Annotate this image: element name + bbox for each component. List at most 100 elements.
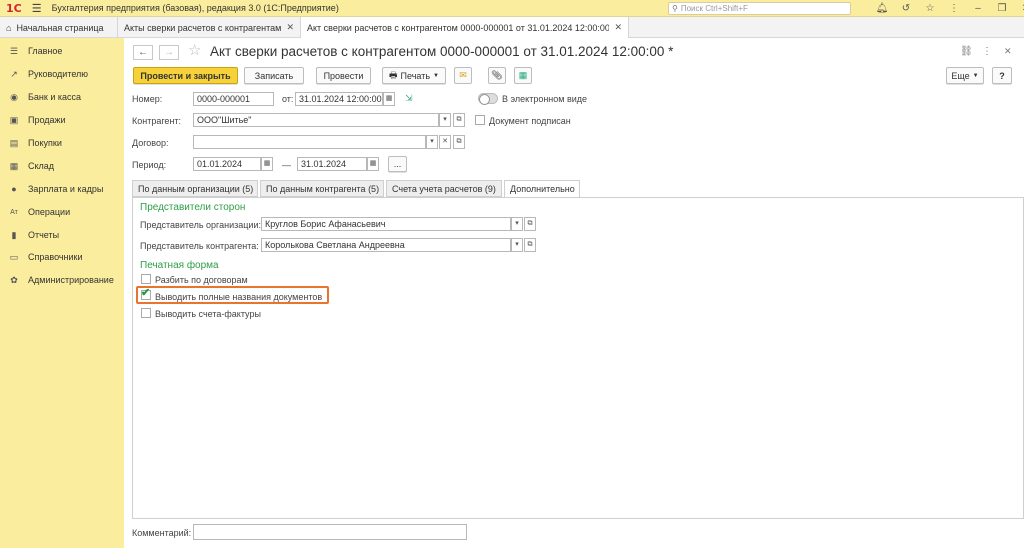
period-select-button[interactable]: ... [388,156,407,172]
tab-home[interactable]: ⌂ Начальная страница [0,17,118,38]
favorite-star-icon[interactable]: ☆ [188,41,201,59]
contractor-field[interactable]: ООО"Шитье" [193,113,439,127]
menu-icon: ☰ [9,45,19,56]
tab-reconciliation-document-label: Акт сверки расчетов с контрагентом 0000-… [307,22,610,33]
post-button[interactable]: Провести [316,67,371,84]
print-button[interactable]: 🖶︎ Печать ▼ [382,67,446,84]
chevron-down-icon: ▼ [972,72,979,79]
cart-icon: ▤ [9,137,19,148]
sidebar-item-sales[interactable]: ▣ Продажи [0,111,124,129]
post-and-close-button[interactable]: Провести и закрыть [133,67,238,84]
structure-button[interactable]: ▦ [514,67,532,84]
electronic-toggle[interactable] [478,93,498,105]
page-title: Акт сверки расчетов с контрагентом 0000-… [210,44,674,59]
chevron-down-icon[interactable]: ▾ [511,238,523,252]
contract-field[interactable] [193,135,426,149]
comment-field[interactable] [193,524,467,540]
back-button[interactable]: ← [133,45,153,60]
signed-label: Документ подписан [489,116,571,126]
tab-reconciliation-document[interactable]: Акт сверки расчетов с контрагентом 0000-… [301,17,629,39]
forward-button[interactable]: → [159,45,179,60]
invoices-label: Выводить счета-фактуры [155,309,261,319]
print-label: Печать [400,70,431,81]
sidebar-item-manager[interactable]: ↗ Руководителю [0,65,124,83]
sidebar-item-label: Главное [28,46,63,56]
document-form: ← → ☆ Акт сверки расчетов с контрагентом… [124,38,1024,548]
tab-reconciliation-list-label: Акты сверки расчетов с контрагентами [124,22,282,33]
chevron-down-icon[interactable]: ▾ [439,113,451,127]
operations-icon: Ат [10,208,18,216]
sidebar-item-operations[interactable]: Ат Операции [0,203,124,221]
more-label: Еще [951,70,970,81]
chevron-down-icon[interactable]: ▾ [426,135,438,149]
sidebar-item-catalogs[interactable]: ▭ Справочники [0,248,124,266]
period-to-field[interactable]: 31.01.2024 [297,157,367,171]
calendar-icon[interactable]: ▦ [383,92,395,106]
open-icon[interactable]: ⧉ [524,238,536,252]
split-by-contracts-checkbox[interactable] [141,274,151,284]
sidebar-item-reports[interactable]: ▮ Отчеты [0,226,124,244]
sidebar-item-main[interactable]: ☰ Главное [0,42,124,60]
help-button[interactable]: ? [992,67,1012,84]
calendar-icon[interactable]: ▦ [367,157,379,171]
tab-reconciliation-list[interactable]: Акты сверки расчетов с контрагентами ✕ [118,17,301,38]
link-icon[interactable]: ⛓ [960,46,973,57]
invoices-checkbox[interactable] [141,308,151,318]
person-icon: ● [11,184,17,194]
close-form-icon[interactable]: ✕ [1004,46,1012,57]
app-title: Бухгалтерия предприятия (базовая), редак… [51,3,339,13]
sidebar-item-purchases[interactable]: ▤ Покупки [0,134,124,152]
history-icon[interactable]: ↺ [894,3,918,14]
date-from-label: от: [282,94,294,104]
open-icon[interactable]: ⧉ [453,113,465,127]
favorites-star-icon[interactable]: ☆ [918,3,942,14]
clear-icon[interactable]: ✕ [439,135,451,149]
maximize-icon[interactable]: ❐ [990,3,1014,14]
open-icon[interactable]: ⧉ [524,217,536,231]
open-icon[interactable]: ⧉ [453,135,465,149]
more-button[interactable]: Еще ▼ [946,67,984,84]
tab-accounts[interactable]: Счета учета расчетов (9) [386,180,502,197]
bell-icon[interactable]: 🔔︎ [870,3,894,14]
close-tab-icon[interactable]: ✕ [614,22,622,33]
number-field[interactable]: 0000-000001 [193,92,274,106]
sidebar-item-label: Продажи [28,115,66,125]
org-rep-field[interactable]: Круглов Борис Афанасьевич [261,217,511,231]
period-dash: — [282,160,291,170]
sidebar-item-warehouse[interactable]: ▦ Склад [0,157,124,175]
calendar-icon[interactable]: ▦ [261,157,273,171]
electronic-label: В электронном виде [502,94,588,104]
number-label: Номер: [132,94,163,104]
save-button[interactable]: Записать [244,67,304,84]
attach-button[interactable]: 📎︎ [488,67,506,84]
sidebar-item-label: Банк и касса [28,92,81,102]
sidebar-item-salary[interactable]: ● Зарплата и кадры [0,180,124,198]
sidebar-item-label: Отчеты [28,230,60,240]
tab-additional[interactable]: Дополнительно [504,180,580,198]
chevron-down-icon[interactable]: ▾ [511,217,523,231]
signed-checkbox[interactable] [475,115,485,125]
tab-org-data[interactable]: По данным организации (5) [132,180,258,197]
close-tab-icon[interactable]: ✕ [286,22,294,33]
email-button[interactable]: ✉ [454,67,472,84]
sidebar-item-label: Руководителю [28,69,89,79]
minimize-icon[interactable]: – [966,3,990,14]
sidebar-item-label: Операции [28,207,71,217]
close-window-icon[interactable]: ✕ [1014,3,1024,14]
org-rep-label: Представитель организации: [140,220,261,230]
date-edit-icon[interactable]: ⇲ [405,93,413,104]
gear-icon: ✿ [10,274,18,285]
search-input[interactable]: ⚲ Поиск Ctrl+Shift+F [668,2,851,15]
period-from-field[interactable]: 01.01.2024 [193,157,261,171]
more-dots-icon[interactable]: ⋮ [982,46,992,57]
main-menu-icon[interactable]: ☰ [32,2,42,15]
contr-rep-field[interactable]: Королькова Светлана Андреевна [261,238,511,252]
menu-dots-icon[interactable]: ⋮ [942,3,966,14]
date-field[interactable]: 31.01.2024 12:00:00 [295,92,383,106]
sidebar-item-admin[interactable]: ✿ Администрирование [0,271,124,289]
full-names-label: Выводить полные названия документов [155,292,323,302]
search-icon: ⚲ [672,4,678,13]
contract-label: Договор: [132,138,169,148]
sidebar-item-bank[interactable]: ◉ Банк и касса [0,88,124,106]
tab-contractor-data[interactable]: По данным контрагента (5) [260,180,384,197]
